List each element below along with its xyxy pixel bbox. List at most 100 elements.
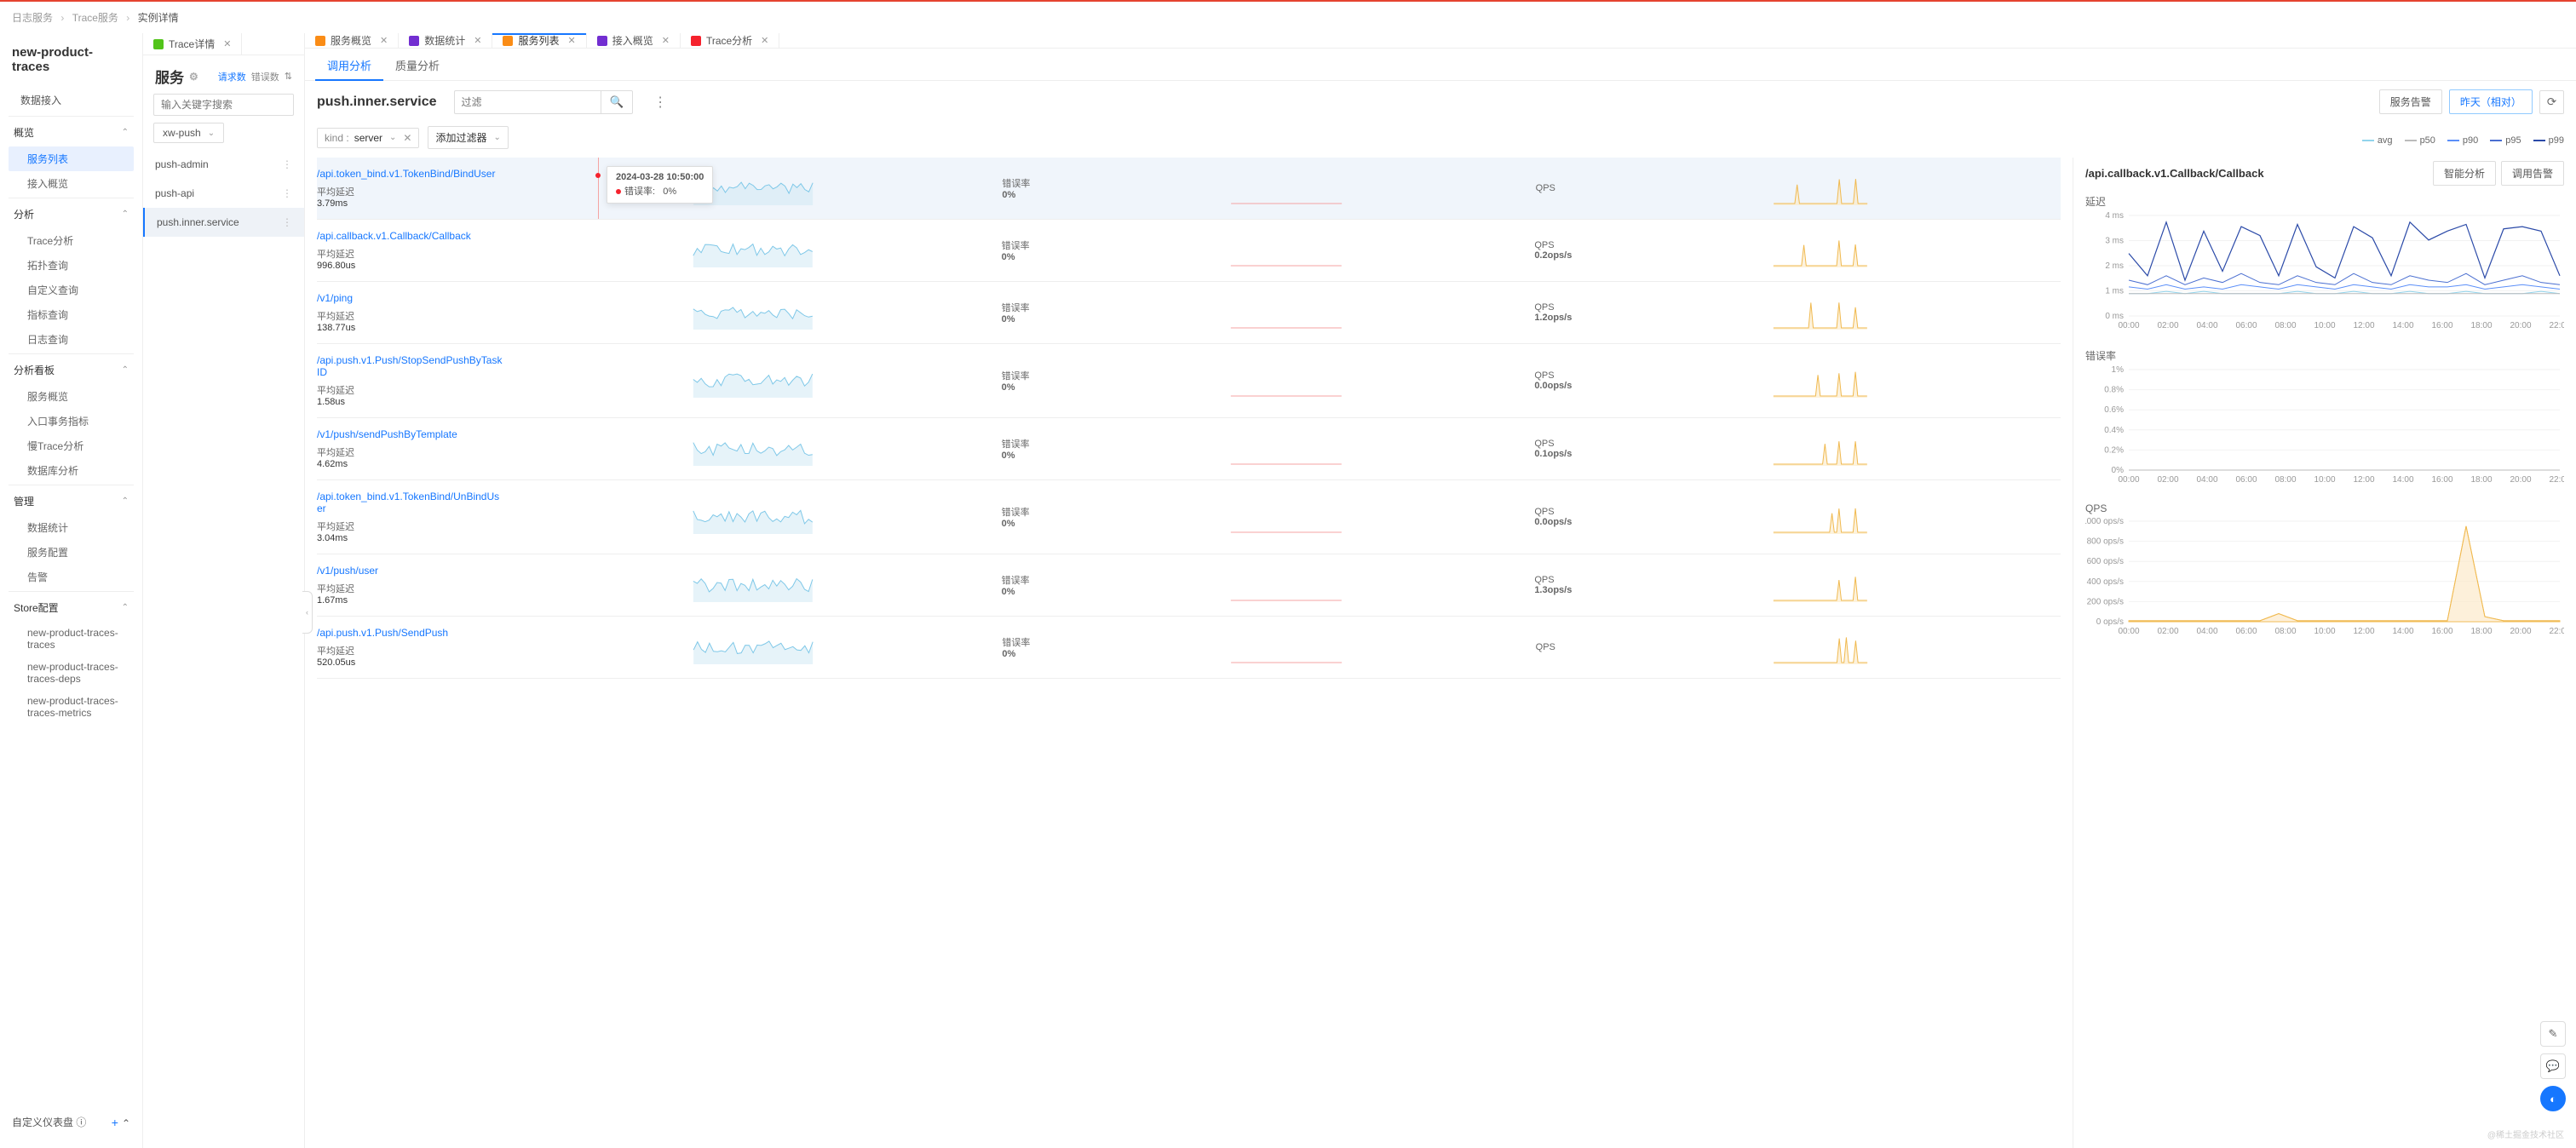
add-dashboard-icon[interactable]: + xyxy=(112,1116,118,1129)
search-button[interactable]: 🔍 xyxy=(601,90,634,114)
service-item[interactable]: push-api⋮ xyxy=(143,179,304,208)
latency-chart: 延迟 0 ms1 ms2 ms3 ms4 ms00:0002:0004:0006… xyxy=(2085,194,2564,331)
tab-trace-detail[interactable]: Trace详情 ✕ xyxy=(143,33,242,55)
sidebar-item-store-2[interactable]: new-product-traces-traces-metrics xyxy=(9,690,134,724)
sidebar-item-slow-trace[interactable]: 慢Trace分析 xyxy=(9,433,134,458)
sidebar-item-store-0[interactable]: new-product-traces-traces xyxy=(9,622,134,656)
sidebar-item-access-overview[interactable]: 接入概览 xyxy=(9,171,134,196)
tab-接入概览[interactable]: 接入概览✕ xyxy=(587,33,681,48)
service-alert-button[interactable]: 服务告警 xyxy=(2379,89,2442,114)
sidebar-item-log-query[interactable]: 日志查询 xyxy=(9,327,134,352)
refresh-button[interactable]: ⟳ xyxy=(2539,90,2564,114)
close-icon[interactable]: ✕ xyxy=(380,35,388,46)
data-access-link[interactable]: 数据接入 xyxy=(9,86,134,114)
group-analysis[interactable]: 分析⌃ xyxy=(9,200,134,228)
close-icon[interactable]: ✕ xyxy=(567,35,575,46)
call-alert-button[interactable]: 调用告警 xyxy=(2501,161,2564,186)
svg-text:22:00: 22:00 xyxy=(2549,475,2564,485)
close-icon[interactable]: ✕ xyxy=(474,35,481,46)
group-store[interactable]: Store配置⌃ xyxy=(9,594,134,622)
group-overview[interactable]: 概览⌃ xyxy=(9,118,134,146)
endpoint-card[interactable]: /api.push.v1.Push/StopSendPushByTaskID 平… xyxy=(317,344,2061,418)
sidebar-item-svc-overview[interactable]: 服务概览 xyxy=(9,384,134,409)
latency-sparkline xyxy=(513,568,993,602)
tab-call-analysis[interactable]: 调用分析 xyxy=(315,49,383,80)
svg-text:1000 ops/s: 1000 ops/s xyxy=(2085,518,2124,526)
legend: avg p50 p90 p95 p99 xyxy=(2350,130,2576,151)
service-item[interactable]: push-admin⋮ xyxy=(143,150,304,179)
time-range-button[interactable]: 昨天（相对） xyxy=(2449,89,2533,114)
gear-icon[interactable]: ⚙ xyxy=(189,71,198,83)
tab-icon xyxy=(153,39,164,49)
sort-toggle[interactable]: 请求数 错误数 ⇅ xyxy=(218,70,292,83)
sidebar-item-trace-analysis[interactable]: Trace分析 xyxy=(9,228,134,253)
crumb-2[interactable]: Trace服务 xyxy=(72,12,118,24)
chat-fab[interactable]: 💬 xyxy=(2540,1053,2566,1079)
endpoint-card[interactable]: /api.token_bind.v1.TokenBind/BindUser 平均… xyxy=(317,158,2061,220)
sidebar-item-data-stats[interactable]: 数据统计 xyxy=(9,515,134,540)
latency-sparkline xyxy=(513,296,993,330)
sidebar-item-service-list[interactable]: 服务列表 xyxy=(9,146,134,171)
sidebar-item-entry-metrics[interactable]: 入口事务指标 xyxy=(9,409,134,433)
add-filter-button[interactable]: 添加过滤器 ⌄ xyxy=(428,126,508,149)
endpoint-card[interactable]: /v1/push/user 平均延迟1.67ms 错误率0% QPS1.3ops… xyxy=(317,554,2061,617)
crumb-1[interactable]: 日志服务 xyxy=(12,12,53,24)
edit-fab[interactable]: ✎ xyxy=(2540,1021,2566,1047)
sidebar-item-topology[interactable]: 拓扑查询 xyxy=(9,253,134,278)
more-icon[interactable]: ⋮ xyxy=(282,216,292,228)
svg-text:08:00: 08:00 xyxy=(2274,627,2296,636)
sort-icon: ⇅ xyxy=(285,71,292,82)
tab-icon xyxy=(503,36,513,46)
refresh-icon: ⟳ xyxy=(2547,95,2556,108)
sidebar-item-alert[interactable]: 告警 xyxy=(9,565,134,589)
endpoint-card[interactable]: /api.token_bind.v1.TokenBind/UnBindUser … xyxy=(317,480,2061,554)
svg-text:08:00: 08:00 xyxy=(2274,475,2296,485)
endpoint-name: /api.push.v1.Push/StopSendPushByTaskID xyxy=(317,354,504,378)
tab-服务概览[interactable]: 服务概览✕ xyxy=(305,33,399,48)
smart-analysis-button[interactable]: 智能分析 xyxy=(2433,161,2496,186)
main-content: 服务概览✕数据统计✕服务列表✕接入概览✕Trace分析✕ 调用分析 质量分析 p… xyxy=(305,33,2576,1148)
sidebar-item-svc-config[interactable]: 服务配置 xyxy=(9,540,134,565)
collapse-handle[interactable]: ‹ xyxy=(302,591,313,634)
filter-input[interactable] xyxy=(454,90,601,114)
tab-数据统计[interactable]: 数据统计✕ xyxy=(399,33,492,48)
svg-text:0.2%: 0.2% xyxy=(2104,445,2124,455)
tab-Trace分析[interactable]: Trace分析✕ xyxy=(681,33,779,48)
sidebar-item-metric-query[interactable]: 指标查询 xyxy=(9,302,134,327)
svg-text:20:00: 20:00 xyxy=(2510,475,2531,485)
tab-服务列表[interactable]: 服务列表✕ xyxy=(492,33,586,48)
sidebar-item-custom-query[interactable]: 自定义查询 xyxy=(9,278,134,302)
sidebar-item-db-analysis[interactable]: 数据库分析 xyxy=(9,458,134,483)
help-fab[interactable]: ◐ xyxy=(2540,1086,2566,1111)
more-icon[interactable]: ⋮ xyxy=(282,187,292,199)
chevron-up-icon: ⌃ xyxy=(122,210,129,219)
endpoint-card[interactable]: /v1/ping 平均延迟138.77us 错误率0% QPS1.2ops/s xyxy=(317,282,2061,344)
endpoint-card[interactable]: /api.push.v1.Push/SendPush 平均延迟520.05us … xyxy=(317,617,2061,679)
tab-quality-analysis[interactable]: 质量分析 xyxy=(383,49,451,80)
error-sparkline xyxy=(1046,568,1527,602)
chevron-down-icon: ⌄ xyxy=(494,133,501,142)
chevron-up-icon[interactable]: ⌃ xyxy=(122,1117,130,1129)
more-icon[interactable]: ⋮ xyxy=(282,158,292,170)
latency-sparkline xyxy=(513,630,993,664)
endpoint-card[interactable]: /api.callback.v1.Callback/Callback 平均延迟9… xyxy=(317,220,2061,282)
group-boards[interactable]: 分析看板⌃ xyxy=(9,356,134,384)
svg-text:20:00: 20:00 xyxy=(2510,321,2531,330)
close-icon[interactable]: ✕ xyxy=(223,38,231,49)
service-search-input[interactable] xyxy=(153,94,294,116)
service-filter-chip[interactable]: xw-push ⌄ xyxy=(153,123,224,143)
endpoint-card[interactable]: /v1/push/sendPushByTemplate 平均延迟4.62ms 错… xyxy=(317,418,2061,480)
chevron-up-icon: ⌃ xyxy=(122,497,129,506)
error-sparkline xyxy=(1046,296,1527,330)
close-icon[interactable]: ✕ xyxy=(761,35,768,46)
filter-chip-kind[interactable]: kind : server ⌄ ✕ xyxy=(317,128,419,148)
close-icon[interactable]: ✕ xyxy=(403,132,411,144)
qps-sparkline xyxy=(1580,296,2061,330)
group-manage[interactable]: 管理⌃ xyxy=(9,487,134,515)
sidebar-item-store-1[interactable]: new-product-traces-traces-deps xyxy=(9,656,134,690)
close-icon[interactable]: ✕ xyxy=(662,35,670,46)
more-icon[interactable]: ⋮ xyxy=(650,90,670,114)
svg-text:3 ms: 3 ms xyxy=(2105,237,2124,246)
latency-sparkline xyxy=(513,364,993,398)
service-item[interactable]: push.inner.service⋮ xyxy=(143,208,304,237)
